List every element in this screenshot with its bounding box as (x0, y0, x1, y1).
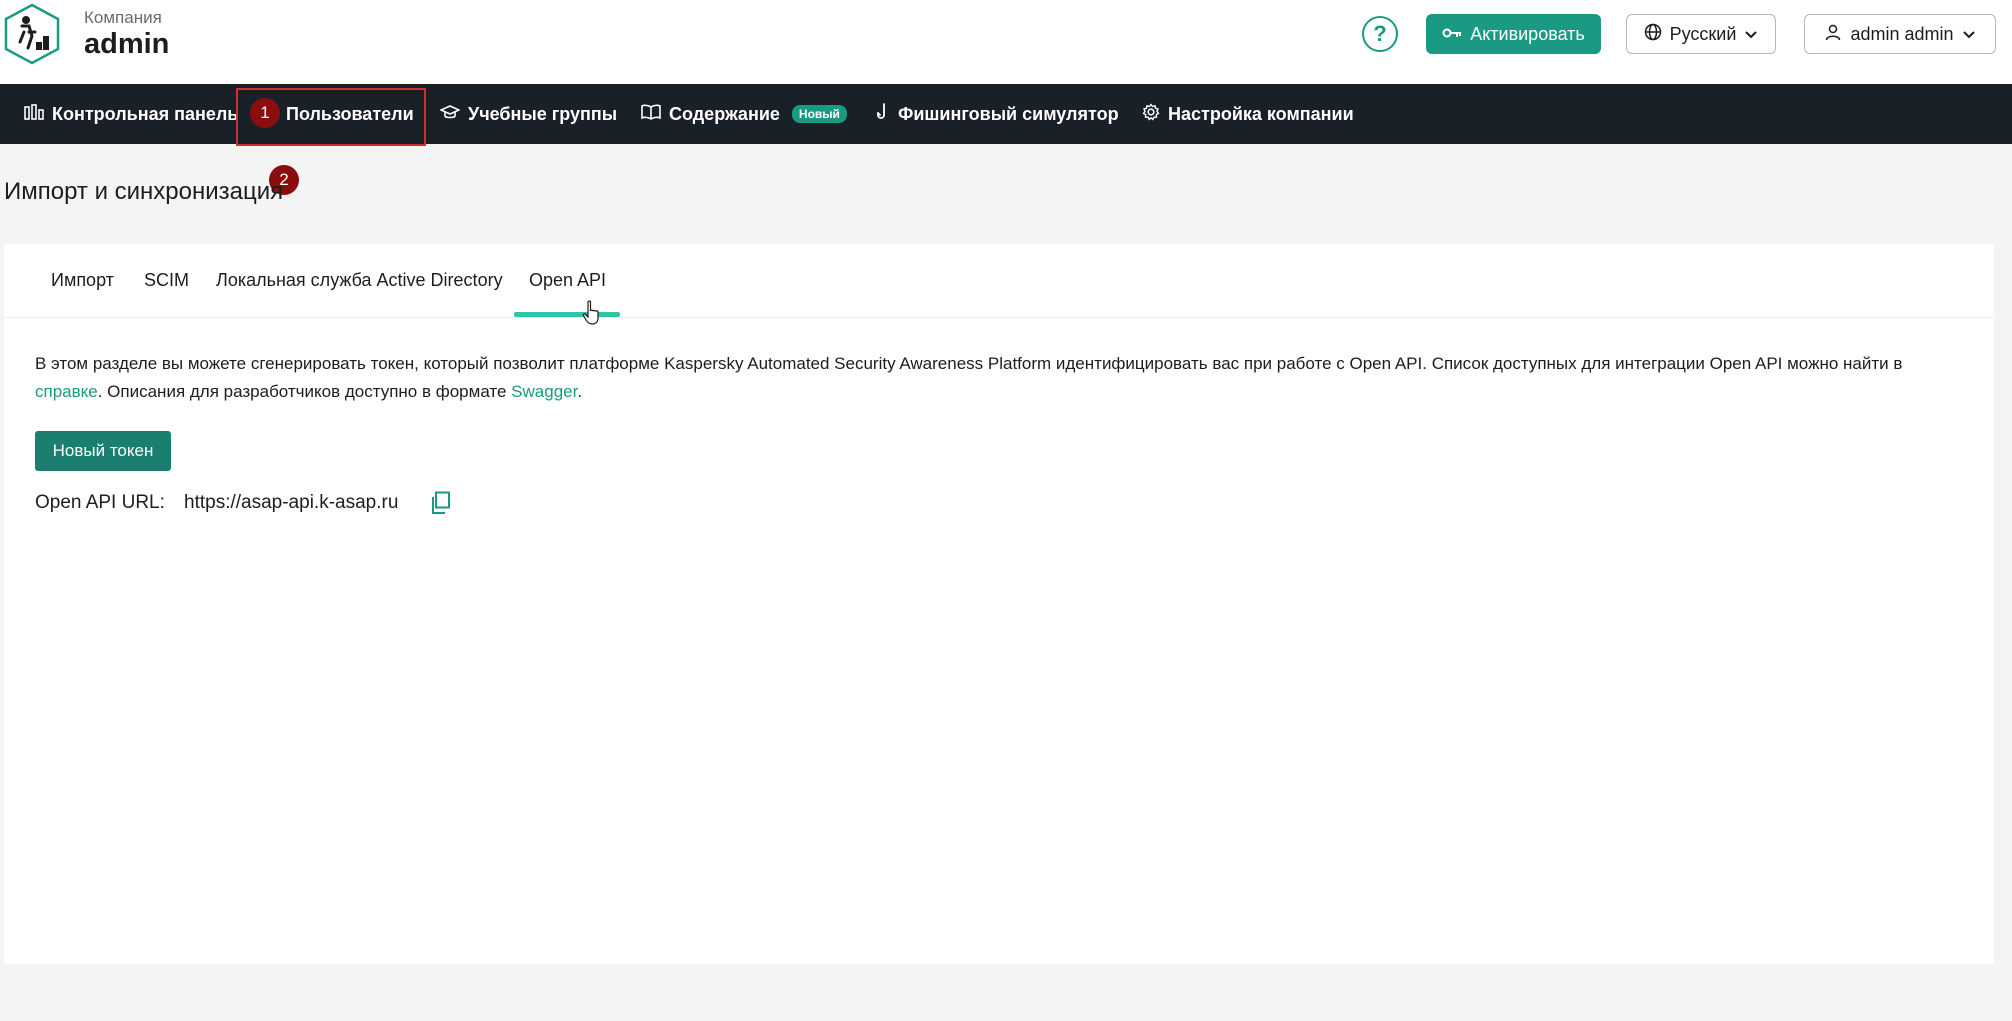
user-dropdown[interactable]: admin admin (1804, 14, 1996, 54)
activate-button[interactable]: Активировать (1426, 14, 1601, 54)
copy-icon[interactable] (430, 491, 452, 515)
company-logo-icon (2, 2, 62, 66)
tab-scim[interactable]: SCIM (144, 270, 189, 291)
user-label: admin admin (1850, 23, 1954, 44)
open-api-description: В этом разделе вы можете сгенерировать т… (35, 350, 1955, 406)
tab-open-api[interactable]: Open API (529, 270, 606, 291)
open-api-url-label: Open API URL: (35, 492, 165, 513)
hook-icon (876, 102, 890, 126)
description-text-2: . Описания для разработчиков доступно в … (97, 382, 512, 401)
main-nav: Контрольная панель Пользователи Учебные … (0, 84, 2012, 144)
description-text-3: . (577, 382, 583, 401)
activate-label: Активировать (1470, 23, 1585, 44)
nav-item-company-settings[interactable]: Настройка компании (1142, 84, 1354, 144)
nav-label-phishing-simulator: Фишинговый симулятор (898, 103, 1119, 124)
tab-active-directory[interactable]: Локальная служба Active Directory (216, 270, 503, 291)
page-title: Импорт и синхронизация (4, 178, 284, 205)
tab-bar: Импорт SCIM Локальная служба Active Dire… (4, 244, 1994, 318)
language-label: Русский (1669, 23, 1737, 44)
description-text-1: В этом разделе вы можете сгенерировать т… (35, 354, 1903, 373)
hand-cursor-icon (582, 300, 602, 326)
nav-label-training-groups: Учебные группы (468, 103, 618, 124)
question-icon: ? (1373, 21, 1387, 46)
content-card: Импорт SCIM Локальная служба Active Dire… (4, 244, 1994, 964)
globe-icon (1644, 23, 1662, 46)
app-header: Компания admin ? Активировать Русский ad… (0, 0, 2012, 84)
graduation-cap-icon (439, 104, 461, 125)
user-icon (1824, 23, 1842, 46)
nav-label-users: Пользователи (286, 103, 414, 124)
company-label: Компания (84, 8, 162, 27)
nav-label-content: Содержание (669, 103, 780, 124)
nav-label-dashboard: Контрольная панель (52, 103, 239, 124)
swagger-link[interactable]: Swagger (511, 382, 577, 401)
new-token-button[interactable]: Новый токен (35, 431, 171, 471)
step-badge-1: 1 (250, 98, 280, 128)
help-button[interactable]: ? (1362, 16, 1398, 52)
gear-icon (1142, 102, 1160, 126)
key-icon (1442, 24, 1462, 45)
open-api-url-value: https://asap-api.k-asap.ru (184, 492, 399, 513)
chart-icon (24, 103, 44, 125)
help-link[interactable]: справке (35, 382, 98, 401)
tab-import[interactable]: Импорт (51, 270, 114, 291)
nav-item-users[interactable]: Пользователи (286, 84, 414, 144)
chevron-down-icon (1744, 24, 1758, 45)
nav-label-company-settings: Настройка компании (1168, 103, 1354, 124)
nav-item-dashboard[interactable]: Контрольная панель (24, 84, 238, 144)
chevron-down-icon (1962, 24, 1976, 45)
book-icon (641, 104, 661, 125)
nav-item-phishing-simulator[interactable]: Фишинговый симулятор (876, 84, 1119, 144)
active-tab-indicator (514, 312, 620, 317)
nav-item-training-groups[interactable]: Учебные группы (439, 84, 618, 144)
nav-item-content[interactable]: Содержание Новый (641, 84, 847, 144)
language-dropdown[interactable]: Русский (1626, 14, 1776, 54)
company-name: admin (84, 28, 170, 60)
new-badge: Новый (791, 105, 847, 123)
